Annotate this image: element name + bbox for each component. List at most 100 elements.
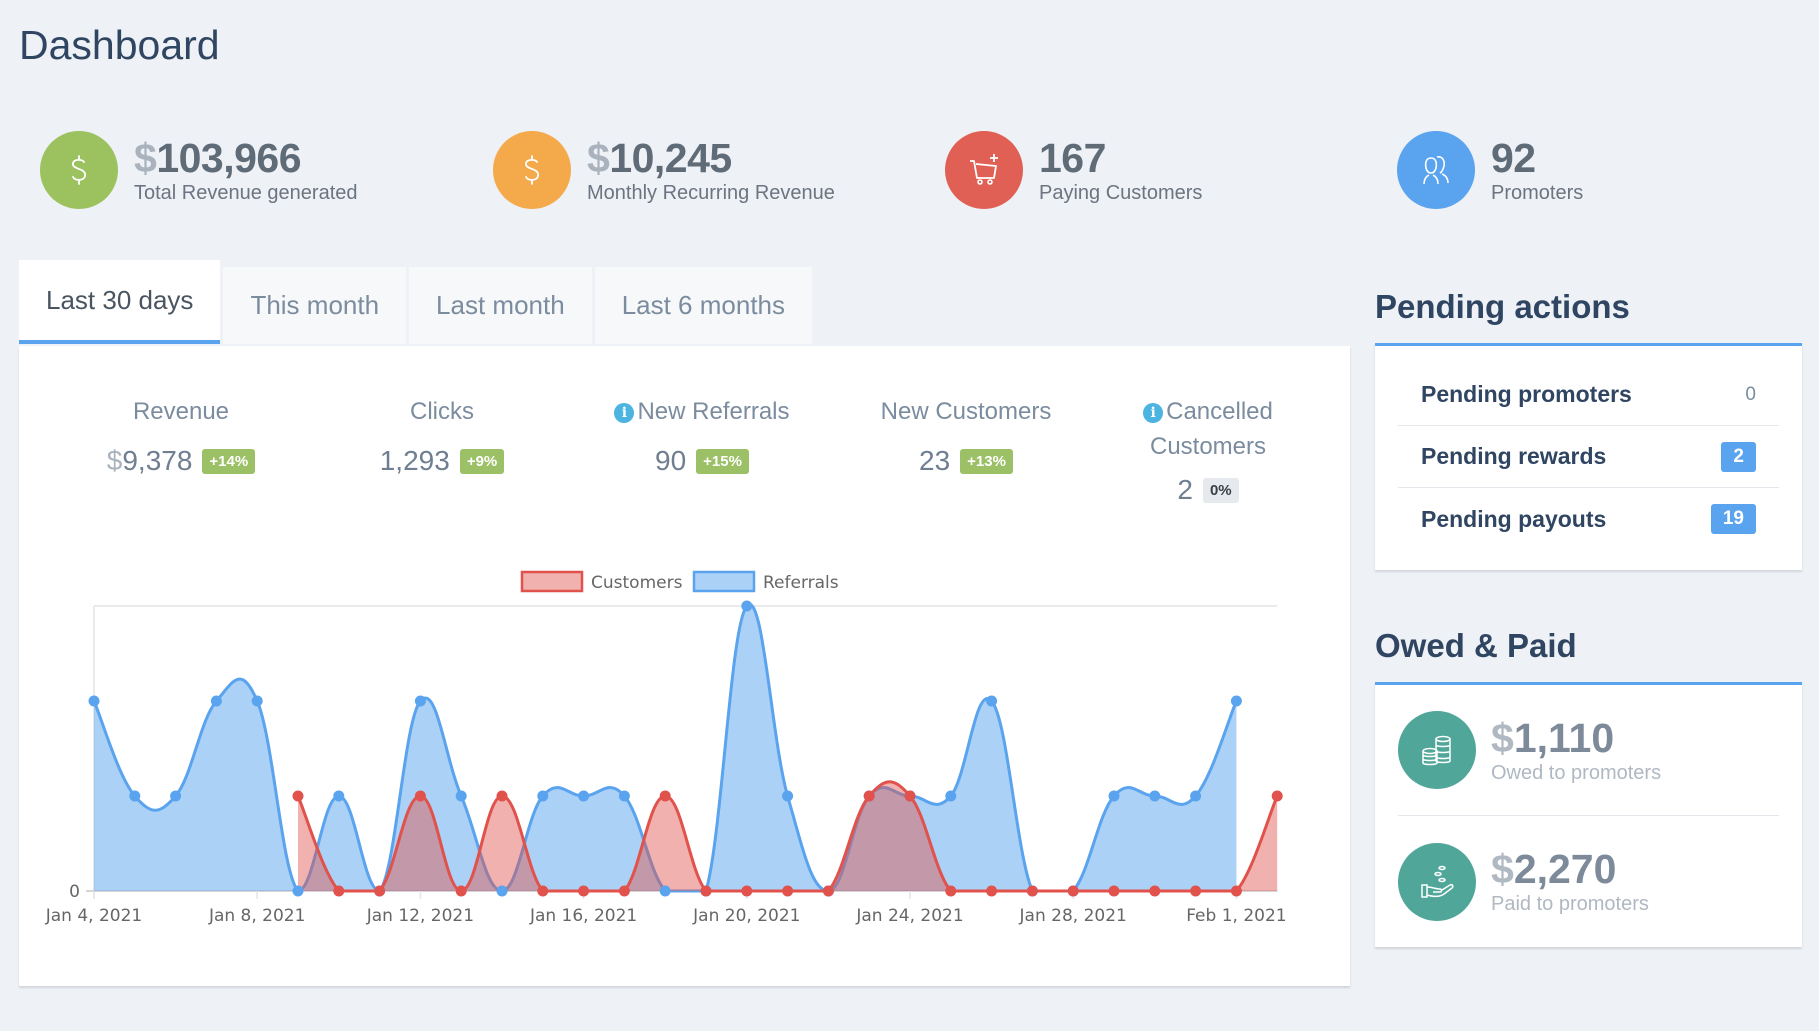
data-point-customers <box>904 790 916 802</box>
data-point-customers <box>1271 790 1283 802</box>
legend-swatch-referrals <box>692 570 756 593</box>
pending-label: Pending promoters <box>1421 381 1632 407</box>
data-point-referrals <box>782 790 794 802</box>
pending-row-payouts[interactable]: Pending payouts 19 <box>1398 488 1779 550</box>
data-point-referrals <box>292 885 304 897</box>
pending-count: 0 <box>1745 383 1756 405</box>
data-point-referrals <box>1108 790 1120 802</box>
data-point-customers <box>1067 885 1079 897</box>
data-point-referrals <box>455 790 467 802</box>
data-point-referrals <box>251 695 263 707</box>
pending-label: Pending payouts <box>1421 505 1607 532</box>
stat-currency: $ <box>587 134 610 181</box>
metrics-card: Revenue $9,378 +14% Clicks 1,293 +9% i Ne… <box>19 346 1350 986</box>
data-point-referrals <box>1230 695 1242 707</box>
legend-label-referrals: Referrals <box>763 573 839 593</box>
paid-row: $2,270 Paid to promoters <box>1398 816 1779 947</box>
money-value: 1,110 <box>1513 714 1615 761</box>
money-value: 2,270 <box>1513 846 1617 892</box>
x-tick-label: Jan 28, 2021 <box>1019 906 1127 926</box>
data-point-referrals <box>1190 790 1202 802</box>
stat-paying-customers: 167 Paying Customers <box>945 130 1202 210</box>
y-tick-label: 0 <box>69 882 80 902</box>
x-tick-label: Jan 24, 2021 <box>855 906 963 926</box>
tab-last-6-months[interactable]: Last 6 months <box>594 267 812 344</box>
data-point-customers <box>374 885 386 897</box>
x-tick-label: Jan 4, 2021 <box>45 906 143 926</box>
x-tick-label: Jan 8, 2021 <box>208 906 306 926</box>
owed-paid-card: $1,110 Owed to promoters $2,270 Paid to … <box>1375 682 1802 947</box>
data-point-referrals <box>618 790 630 802</box>
data-point-customers <box>414 790 426 802</box>
tab-last-30-days[interactable]: Last 30 days <box>19 260 221 344</box>
x-tick-label: Jan 12, 2021 <box>366 906 474 926</box>
owed-row: $1,110 Owed to promoters <box>1398 685 1779 816</box>
data-point-referrals <box>210 695 222 707</box>
x-tick-label: Jan 20, 2021 <box>692 906 800 926</box>
data-point-customers <box>1190 885 1202 897</box>
stat-value: 103,966 <box>156 134 302 181</box>
data-point-customers <box>578 885 590 897</box>
coins-icon <box>1398 711 1476 789</box>
data-point-customers <box>1149 885 1161 897</box>
page-title: Dashboard <box>19 22 220 68</box>
pending-count-badge: 2 <box>1721 441 1756 472</box>
cart-icon <box>945 131 1023 209</box>
data-point-customers <box>863 790 875 802</box>
data-point-referrals <box>945 790 957 802</box>
pending-label: Pending rewards <box>1421 443 1607 469</box>
money-label: Paid to promoters <box>1491 893 1649 915</box>
data-point-customers <box>782 885 794 897</box>
data-point-customers <box>945 885 957 897</box>
data-point-referrals <box>537 790 549 802</box>
data-point-customers <box>659 790 671 802</box>
tab-this-month[interactable]: This month <box>223 267 407 344</box>
data-point-referrals <box>170 790 182 802</box>
money-currency: $ <box>1491 846 1514 892</box>
data-point-customers <box>496 790 508 802</box>
users-icon <box>1397 131 1475 209</box>
stat-mrr: $10,245 Monthly Recurring Revenue <box>493 130 835 210</box>
money-currency: $ <box>1491 714 1514 761</box>
data-point-customers <box>618 885 630 897</box>
x-tick-label: Feb 1, 2021 <box>1186 906 1286 926</box>
data-point-customers <box>1026 885 1038 897</box>
data-point-referrals <box>496 885 508 897</box>
pending-count-badge: 19 <box>1710 504 1756 534</box>
pending-row-promoters[interactable]: Pending promoters 0 <box>1398 364 1779 426</box>
money-label: Owed to promoters <box>1491 761 1662 784</box>
data-point-customers <box>537 885 549 897</box>
dollar-icon <box>493 131 571 209</box>
tab-last-month[interactable]: Last month <box>409 267 592 344</box>
owed-paid-title: Owed & Paid <box>1375 627 1577 664</box>
x-tick-label: Jan 16, 2021 <box>529 906 637 926</box>
data-point-referrals <box>333 790 345 802</box>
pending-row-rewards[interactable]: Pending rewards 2 <box>1398 426 1779 488</box>
area-chart: Customers Referrals 0 Jan 4, 2021 Jan 8, 20… <box>45 570 1287 926</box>
data-point-customers <box>1108 885 1120 897</box>
chart-legend: Customers Referrals <box>520 570 839 593</box>
data-point-referrals <box>986 695 998 707</box>
data-point-referrals <box>414 695 426 707</box>
data-point-referrals <box>578 790 590 802</box>
dollar-icon <box>40 131 118 209</box>
stat-value: 92 <box>1491 134 1536 181</box>
pending-actions-card: Pending promoters 0 Pending rewards 2 Pe… <box>1375 343 1802 570</box>
stat-currency: $ <box>134 134 157 181</box>
period-tabs: Last 30 days This month Last month Last … <box>19 260 815 344</box>
data-point-customers <box>455 885 467 897</box>
data-point-customers <box>741 885 753 897</box>
data-point-customers <box>822 885 834 897</box>
data-point-customers <box>986 885 998 897</box>
stat-label: Promoters <box>1491 181 1584 204</box>
data-point-referrals <box>659 885 671 897</box>
stat-label: Total Revenue generated <box>134 181 358 204</box>
stat-total-revenue: $103,966 Total Revenue generated <box>40 130 358 210</box>
data-point-customers <box>292 790 304 802</box>
stat-value: 10,245 <box>609 134 732 181</box>
data-point-referrals <box>129 790 141 802</box>
chart-series <box>88 600 1283 897</box>
legend-swatch-customers <box>520 570 584 593</box>
data-point-customers <box>700 885 712 897</box>
data-point-customers <box>333 885 345 897</box>
